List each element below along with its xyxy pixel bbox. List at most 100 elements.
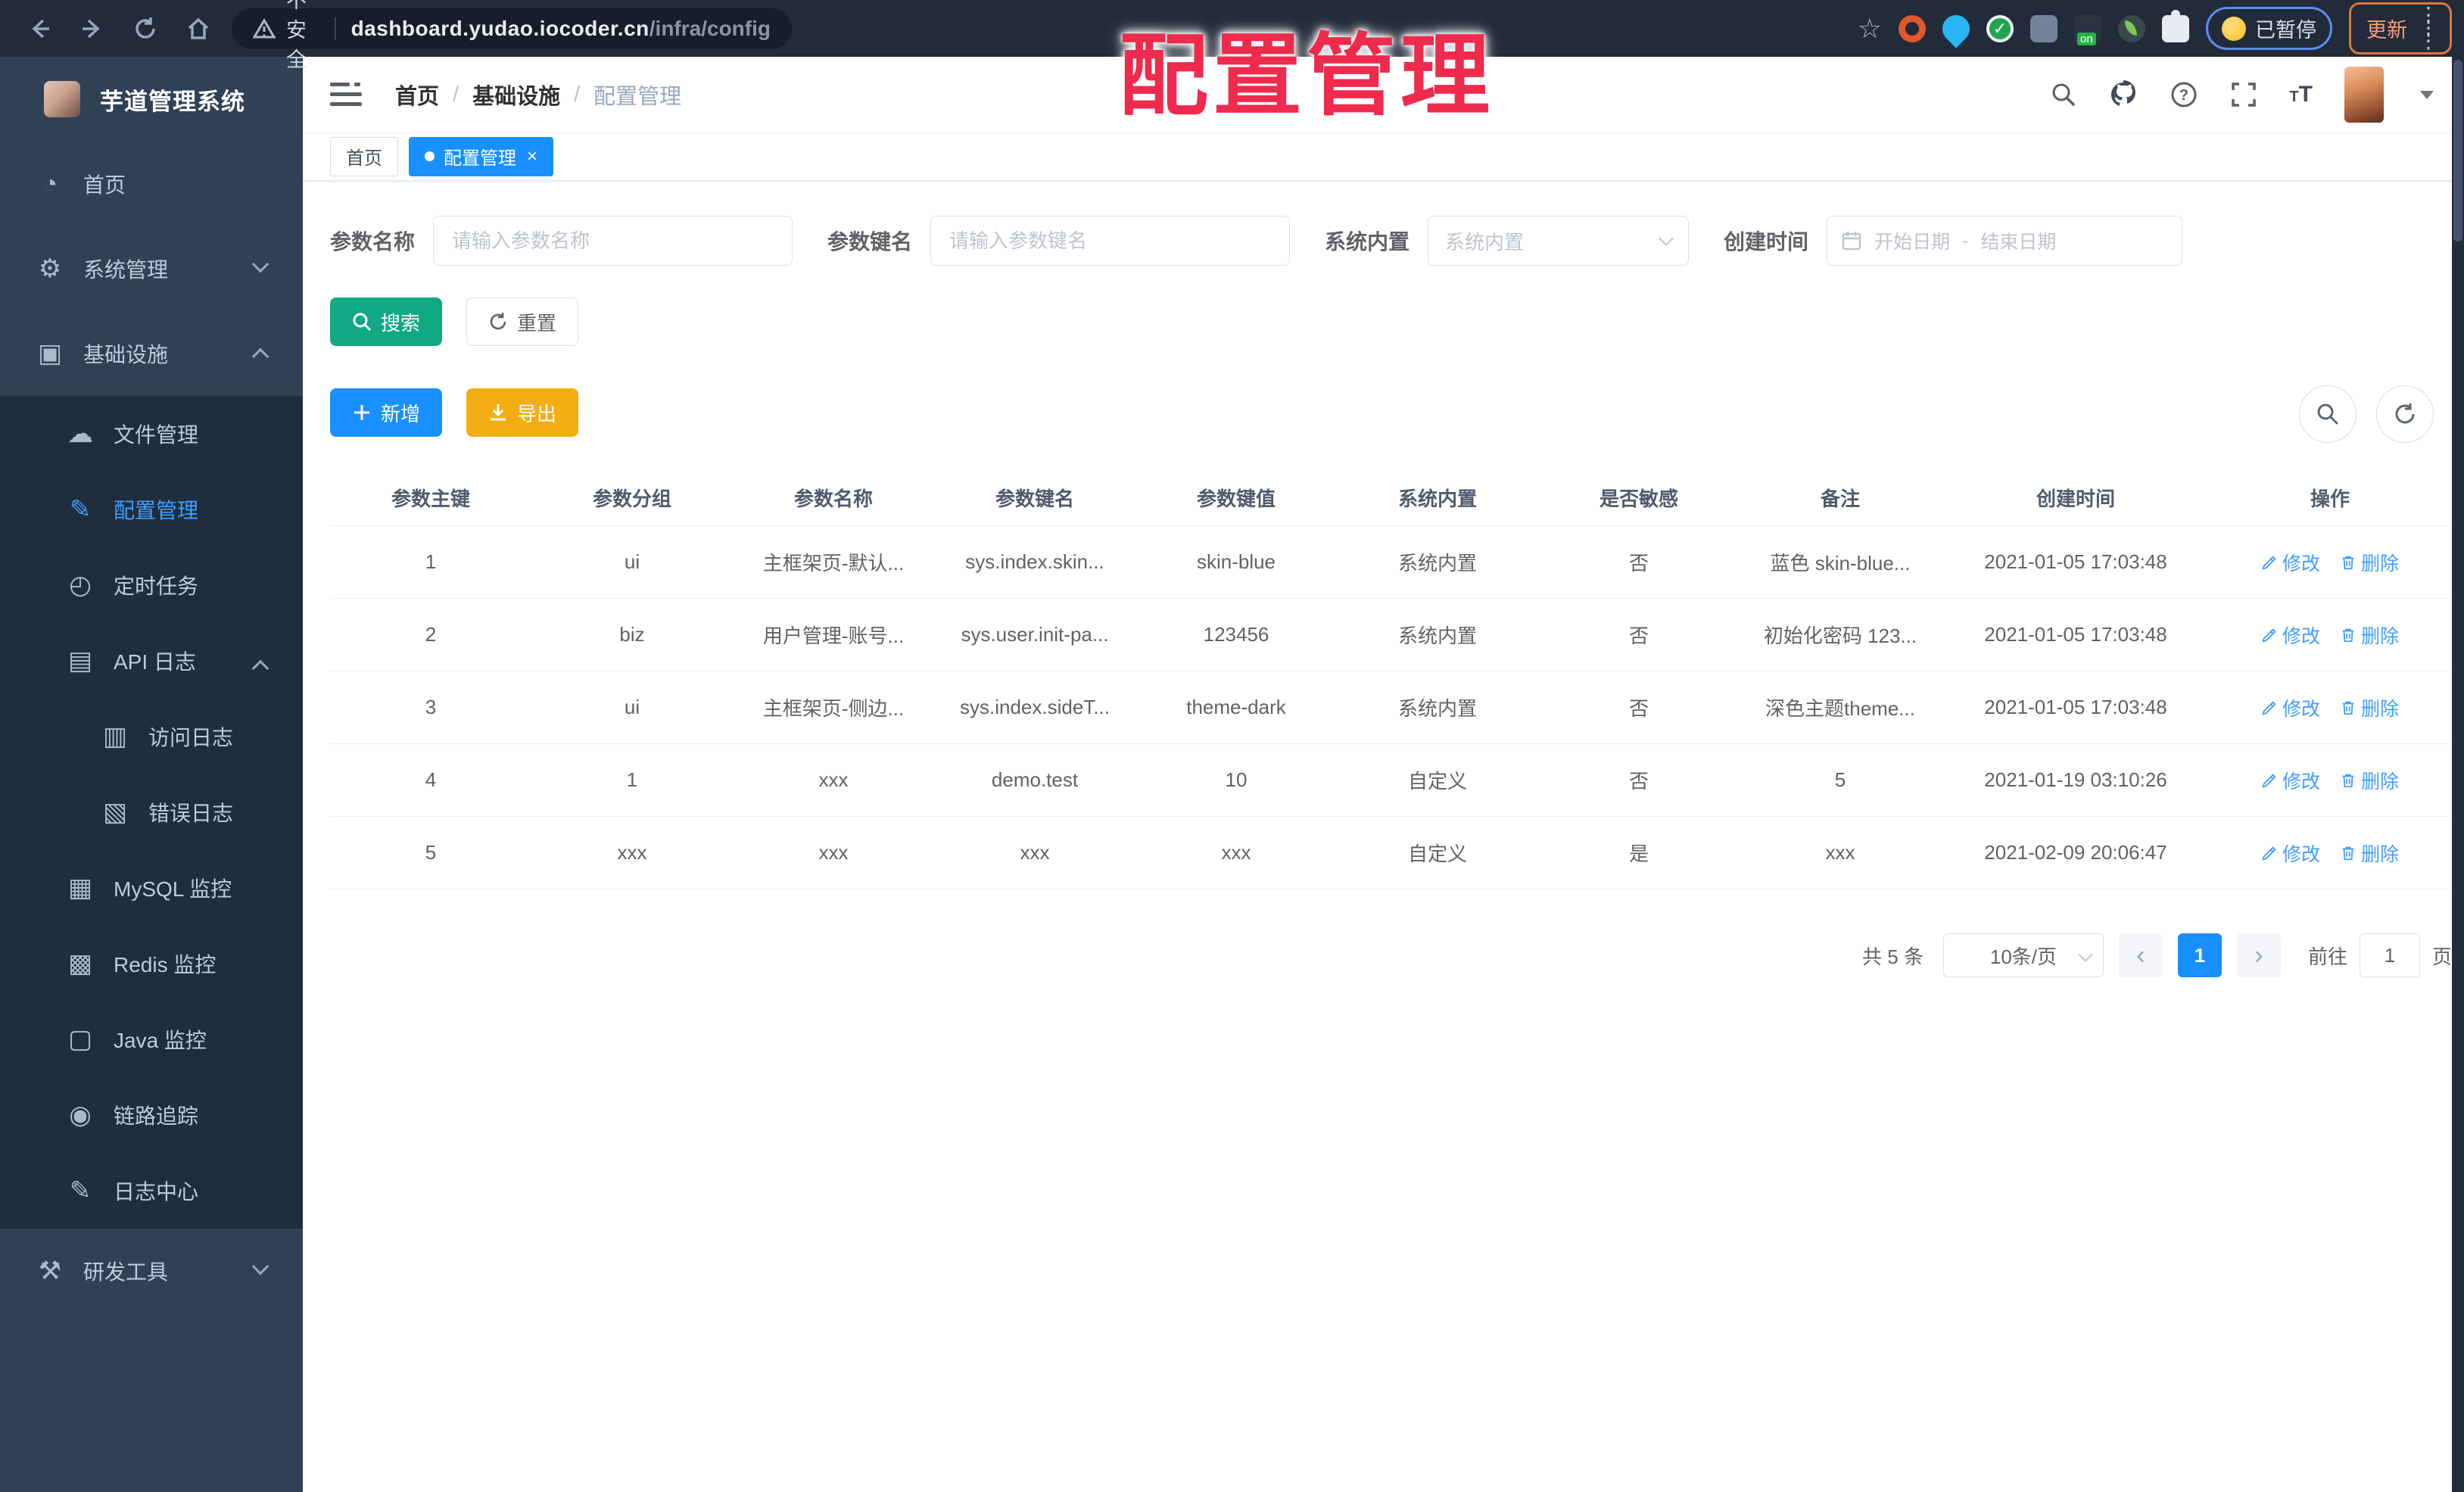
edit-link[interactable]: 修改 [2261,694,2320,721]
date-range-picker[interactable]: 开始日期 - 结束日期 [1827,216,2183,266]
param-key-input[interactable] [930,216,1291,266]
page-size-select[interactable]: 10条/页 [1942,933,2104,977]
param-key-label: 参数键名 [827,230,913,254]
extensions-puzzle-icon[interactable] [2162,9,2189,42]
page-number-active[interactable]: 1 [2177,933,2222,977]
param-name-label: 参数名称 [330,230,416,254]
end-date-placeholder[interactable]: 结束日期 [1980,227,2056,254]
gear-icon: ⚙ [38,254,62,283]
edit-pencil-icon [2262,846,2276,861]
bookmark-star-icon[interactable]: ☆ [1858,13,1882,45]
goto-page-input[interactable] [2359,933,2420,977]
toolbox-icon: ⚒ [38,1257,62,1285]
sidebar-item-file[interactable]: ☁ 文件管理 [0,396,303,472]
app-logo [44,81,80,117]
edit-link[interactable]: 修改 [2261,621,2320,649]
reload-icon[interactable] [132,15,159,42]
browser-menu-icon[interactable]: ⋮ ⋮ ⋮ [2418,5,2439,51]
back-icon[interactable] [26,15,53,42]
home-icon[interactable] [185,15,212,42]
delete-link[interactable]: 删除 [2340,549,2399,576]
sidebar-item-infra[interactable]: ▣ 基础设施 [0,311,303,396]
app-logo-row[interactable]: 芋道管理系统 [0,57,303,142]
user-avatar[interactable] [2344,67,2384,123]
tag-config-active[interactable]: 配置管理 × [409,136,554,176]
menu-collapse-icon[interactable] [330,81,363,108]
sidebar-item-job[interactable]: ◴ 定时任务 [0,547,303,623]
breadcrumb-infra[interactable]: 基础设施 [472,79,560,111]
table-cell: xxx [617,841,647,864]
add-button[interactable]: 新增 [330,388,443,437]
refresh-table-button[interactable] [2376,385,2434,443]
breadcrumb-current: 配置管理 [593,85,682,109]
sidebar-item-log-center[interactable]: ✎ 日志中心 [0,1153,303,1229]
chrome-update-button[interactable]: 更新 ⋮ ⋮ ⋮ [2349,2,2452,55]
help-icon[interactable]: ? [2170,80,2198,109]
extension-icon-orange[interactable] [1899,14,1926,42]
scrollbar-thumb[interactable] [2453,60,2462,241]
extension-icon-pin[interactable] [1936,9,1976,48]
table-cell: 2021-01-05 17:03:48 [1984,696,2167,718]
table-cell: xxx [1221,841,1251,864]
forward-icon[interactable] [79,15,106,42]
goto-label: 前往 [2307,945,2347,968]
trash-icon [2342,628,2354,642]
breadcrumb-home[interactable]: 首页 [395,79,439,111]
row-actions: 修改 删除 [2210,839,2450,867]
edit-pencil-icon [2262,628,2276,643]
fullscreen-icon[interactable] [2230,81,2257,108]
edit-link[interactable]: 修改 [2261,549,2320,576]
window-scrollbar[interactable] [2452,57,2464,1492]
next-page-button[interactable]: › [2236,933,2281,977]
search-icon[interactable] [2050,81,2077,108]
toggle-search-button[interactable] [2299,385,2357,443]
profile-paused-chip[interactable]: 已暂停 [2206,7,2332,50]
delete-link[interactable]: 删除 [2340,694,2399,721]
export-button[interactable]: 导出 [466,388,579,437]
not-secure-icon [253,17,276,40]
tag-close-icon[interactable]: × [527,146,537,167]
sidebar-item-config[interactable]: ✎ 配置管理 [0,472,303,547]
mysql-icon: ▦ [67,874,93,902]
extension-icon-check[interactable]: ✓ [1986,14,2014,42]
address-bar[interactable]: 不安全 dashboard.yudao.iocoder.cn /infra/co… [232,0,792,71]
github-icon[interactable] [2109,80,2138,109]
sidebar-item-home[interactable]: ◔ 首页 [0,142,303,226]
sidebar-item-access-log[interactable]: ▥ 访问日志 [0,699,303,774]
param-name-input[interactable] [433,216,793,266]
delete-link[interactable]: 删除 [2340,839,2399,867]
start-date-placeholder[interactable]: 开始日期 [1874,227,1950,254]
sidebar-item-redis[interactable]: ▩ Redis 监控 [0,926,303,1001]
font-size-icon[interactable]: TT [2289,82,2313,107]
extension-icon-on[interactable] [2074,14,2101,45]
page-watermark: 配置管理 [1119,26,1495,126]
sidebar-item-system[interactable]: ⚙ 系统管理 [0,226,303,311]
app-title: 芋道管理系统 [100,88,245,115]
table-cell: 初始化密码 123... [1763,625,1917,647]
sidebar-item-api-log[interactable]: ▤ API 日志 [0,623,303,699]
table-cell: ui [624,550,640,573]
table-row: 1 ui 主框架页-默认... sys.index.skin... skin-blue 系… [330,526,2450,599]
search-button[interactable]: 搜索 [330,297,443,346]
system-builtin-select[interactable]: 系统内置 [1428,216,1690,266]
extension-icon-gray[interactable] [2030,14,2057,42]
tag-home[interactable]: 首页 [330,136,398,176]
sidebar-item-java[interactable]: ▢ Java 监控 [0,1001,303,1077]
avatar-caret-icon[interactable] [2420,90,2434,99]
row-actions: 修改 删除 [2210,767,2450,794]
delete-link[interactable]: 删除 [2340,621,2399,649]
url-path: /infra/config [649,16,771,40]
edit-link[interactable]: 修改 [2261,839,2320,867]
sidebar-item-trace[interactable]: ◉ 链路追踪 [0,1077,303,1153]
sidebar-item-error-log[interactable]: ▧ 错误日志 [0,774,303,850]
sidebar-item-mysql[interactable]: ▦ MySQL 监控 [0,850,303,926]
delete-link[interactable]: 删除 [2340,767,2399,794]
log-center-icon: ✎ [69,1176,92,1205]
reset-button[interactable]: 重置 [466,297,579,346]
sidebar-item-devtools[interactable]: ⚒ 研发工具 [0,1229,303,1313]
filter-form: 参数名称 参数键名 系统内置 系统内置 创建时间 [330,216,2461,266]
edit-link[interactable]: 修改 [2261,767,2320,794]
prev-page-button[interactable]: ‹ [2118,933,2163,977]
extension-icon-leaf[interactable] [2118,14,2145,42]
table-cell: 主框架页-默认... [762,552,905,575]
